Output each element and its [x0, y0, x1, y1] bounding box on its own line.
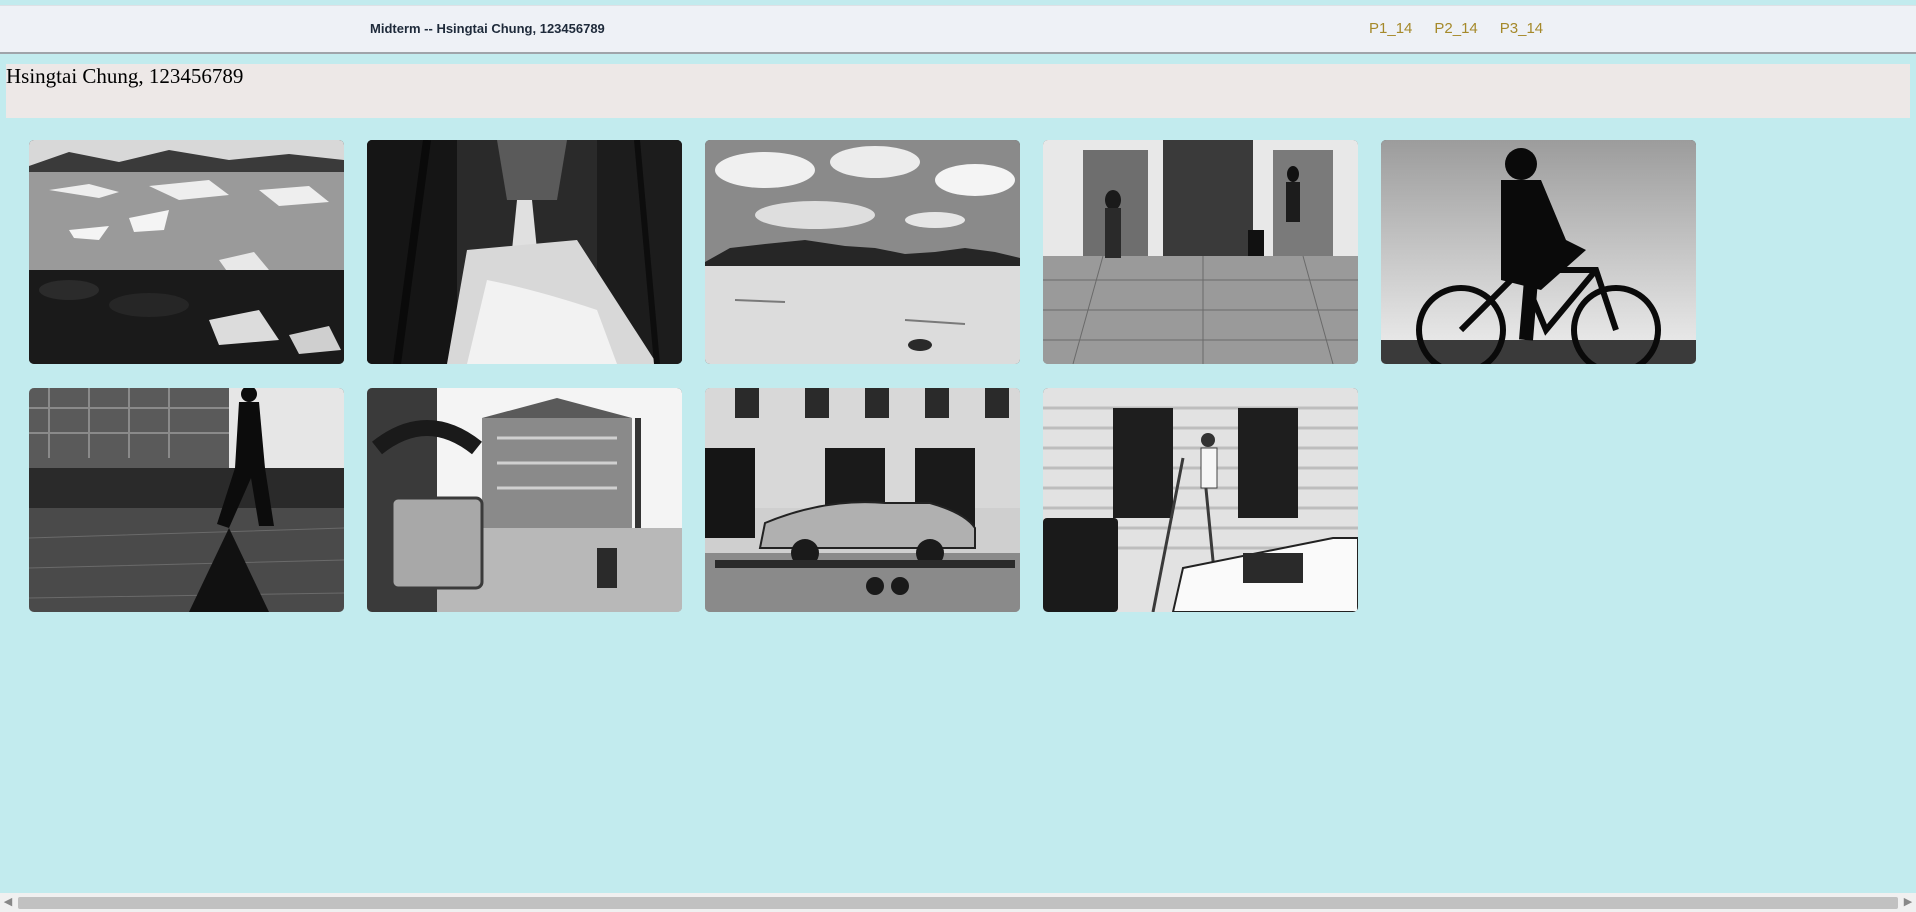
- painter-photo: [1043, 388, 1358, 612]
- banner-text: Hsingtai Chung, 123456789: [6, 64, 244, 88]
- nav-link-p1[interactable]: P1_14: [1369, 20, 1412, 37]
- horizontal-scrollbar[interactable]: ◀ ▶: [0, 893, 1916, 912]
- gallery-photo-cyclist[interactable]: [1381, 140, 1696, 364]
- gallery-photo-padlock[interactable]: [367, 388, 682, 612]
- gallery-photo-painter[interactable]: [1043, 388, 1358, 612]
- glacier-photo: [29, 140, 344, 364]
- vintage-car-photo: [705, 388, 1020, 612]
- gallery-photo-waterfall[interactable]: [367, 140, 682, 364]
- nav-link-p3[interactable]: P3_14: [1500, 20, 1543, 37]
- elevators-photo: [1043, 140, 1358, 364]
- desert-photo: [705, 140, 1020, 364]
- padlock-photo: [367, 388, 682, 612]
- triangle-left-icon[interactable]: ◀: [2, 895, 14, 909]
- gallery-photo-desert[interactable]: [705, 140, 1020, 364]
- main-nav: P1_14 P2_14 P3_14: [1369, 20, 1543, 37]
- site-title: Midterm -- Hsingtai Chung, 123456789: [370, 21, 605, 36]
- waterfall-photo: [367, 140, 682, 364]
- triangle-right-icon[interactable]: ▶: [1902, 895, 1914, 909]
- name-banner: Hsingtai Chung, 123456789: [6, 64, 1910, 118]
- cyclist-photo: [1381, 140, 1696, 364]
- gallery-photo-vintage-car[interactable]: [705, 388, 1020, 612]
- gallery-photo-glacier[interactable]: [29, 140, 344, 364]
- gallery-photo-river-walker[interactable]: [29, 388, 344, 612]
- nav-link-p2[interactable]: P2_14: [1434, 20, 1477, 37]
- gallery-photo-elevators[interactable]: [1043, 140, 1358, 364]
- scrollbar-thumb[interactable]: [18, 897, 1898, 909]
- top-navbar: Midterm -- Hsingtai Chung, 123456789 P1_…: [0, 5, 1916, 54]
- river-walker-photo: [29, 388, 344, 612]
